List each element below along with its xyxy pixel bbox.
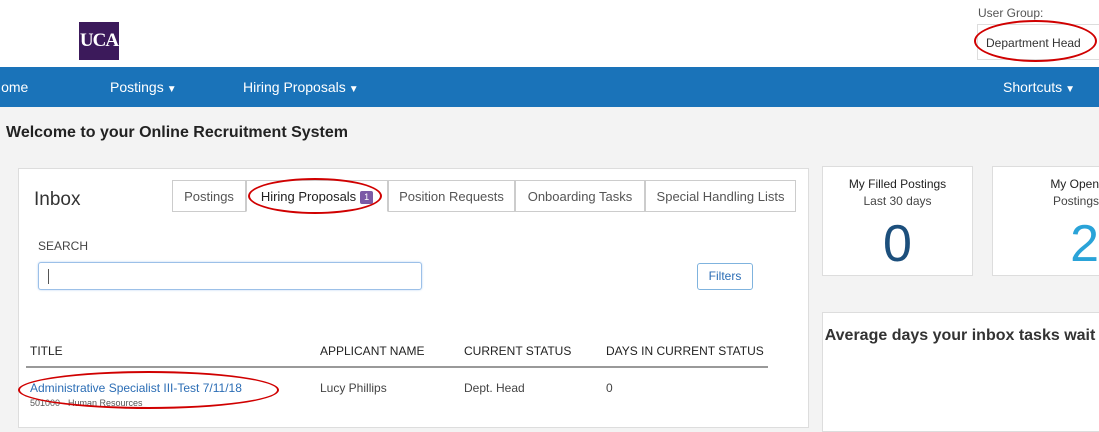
current-status: Dept. Head [464, 381, 525, 395]
average-wait-title: Average days your inbox tasks wait [824, 327, 1096, 344]
tab-label: Special Handling Lists [656, 189, 785, 204]
nav-postings-label: Postings [110, 79, 164, 95]
column-header-title[interactable]: TITLE [30, 344, 63, 358]
nav-home[interactable]: Home [0, 67, 28, 107]
page-title: Welcome to your Online Recruitment Syste… [6, 124, 349, 141]
days-in-status: 0 [606, 381, 613, 395]
search-label: SEARCH [38, 239, 89, 253]
tab-hiring-proposals[interactable]: Hiring Proposals 1 [246, 180, 388, 212]
chevron-down-icon: ▼ [348, 84, 359, 95]
user-group-label: User Group: [978, 6, 1044, 20]
uca-logo[interactable]: UCA [79, 22, 119, 60]
search-input[interactable] [38, 262, 422, 290]
chevron-down-icon: ▼ [166, 84, 177, 95]
tab-label: Hiring Proposals [260, 189, 357, 204]
tab-label: Position Requests [399, 189, 504, 204]
open-postings-count: 2 [1070, 215, 1099, 273]
nav-hiring-proposals-label: Hiring Proposals [243, 79, 346, 95]
main-nav: Home Postings▼ Hiring Proposals▼ Shortcu… [0, 67, 1099, 107]
top-header: UCA User Group: Department Head [0, 0, 1099, 67]
nav-shortcuts[interactable]: Shortcuts ▼ [1003, 67, 1075, 107]
text-cursor [48, 269, 49, 284]
filled-postings-count: 0 [883, 215, 912, 273]
table-header-divider [26, 366, 768, 368]
nav-shortcuts-label: Shortcuts [1003, 79, 1063, 95]
inbox-title: Inbox [34, 189, 81, 210]
tab-special-handling-lists[interactable]: Special Handling Lists [645, 180, 796, 212]
column-header-days-in-status[interactable]: DAYS IN CURRENT STATUS [606, 344, 764, 358]
tab-label: Onboarding Tasks [527, 189, 633, 204]
open-postings-subtitle: Postings [1052, 194, 1099, 208]
count-badge: 1 [360, 191, 374, 204]
column-header-current-status[interactable]: CURRENT STATUS [464, 344, 571, 358]
posting-title-link[interactable]: Administrative Specialist III-Test 7/11/… [30, 381, 242, 395]
tab-label: Postings [184, 189, 234, 204]
filters-button[interactable]: Filters [697, 263, 753, 290]
nav-hiring-proposals[interactable]: Hiring Proposals ▼ [243, 67, 359, 107]
tab-position-requests[interactable]: Position Requests [388, 180, 515, 212]
open-postings-title: My Open [1050, 177, 1099, 191]
department-text: 501000 - Human Resources [30, 398, 143, 408]
applicant-name: Lucy Phillips [320, 381, 387, 395]
filled-postings-subtitle: Last 30 days [863, 194, 932, 208]
user-group-select[interactable]: Department Head [977, 24, 1099, 60]
tab-postings[interactable]: Postings [172, 180, 246, 212]
chevron-down-icon: ▼ [1065, 84, 1076, 95]
nav-postings[interactable]: Postings ▼ [110, 67, 177, 107]
tab-onboarding-tasks[interactable]: Onboarding Tasks [515, 180, 645, 212]
nav-home-label: Home [0, 79, 29, 95]
filled-postings-title: My Filled Postings [848, 177, 947, 191]
column-header-applicant-name[interactable]: APPLICANT NAME [320, 344, 424, 358]
